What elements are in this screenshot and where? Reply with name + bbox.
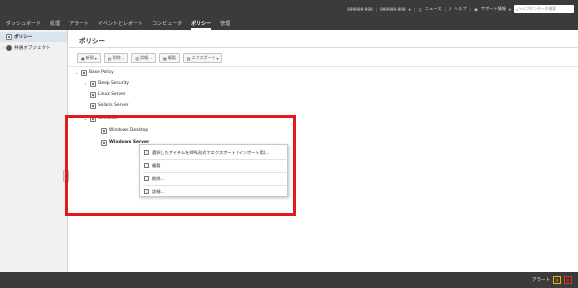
duplicate-button[interactable]: ▦ 複製 [159,53,180,63]
sidebar: ポリシー › 共通オブジェクト ◀ [0,30,69,272]
sidebar-item-policies[interactable]: ポリシー [0,32,67,42]
details-icon [144,189,149,194]
menu-divider [143,185,286,186]
policy-icon [101,139,107,146]
main-nav: ダッシュボード 処理 アラート イベントとレポート コンピュータ ポリシー 管理 [6,18,230,30]
menu-divider [143,159,286,160]
chevron-down-icon[interactable]: ⌄ [83,116,88,121]
alert-label: アラート [532,278,550,283]
warning-badge[interactable]: 0 [553,276,561,284]
news-link[interactable]: ニュース [425,6,442,12]
critical-badge[interactable]: 0 [564,276,572,284]
common-objects-icon [6,45,12,51]
policy-icon [90,102,96,109]
utility-bar: 999999-999 | 999999-999 ▾ | ♫ ニュース | ? ヘ… [347,4,574,14]
user-account-2[interactable]: 999999-999 [380,7,406,12]
chevron-right-icon[interactable]: › [83,81,88,86]
policy-icon [6,34,12,40]
search-placeholder: ヘルプセンターの検索 [518,6,557,11]
bell-icon: ♫ [418,6,422,12]
tree-node-deep-security[interactable]: › Deep Security [83,79,129,88]
tree-node-windows[interactable]: ⌄ Windows [83,114,118,123]
menu-divider [143,172,286,173]
tree-node-base-policy[interactable]: ⌄ Base Policy [74,68,114,77]
new-button[interactable]: ▣ 新規 ▾ [77,53,101,63]
policy-icon [101,127,107,134]
chevron-down-icon[interactable]: ⌄ [74,70,79,75]
delete-button[interactable]: ▤ 削除... [103,53,129,63]
duplicate-icon [144,163,149,168]
support-chevron-icon[interactable]: ▾ [509,7,511,12]
divider [69,66,578,67]
nav-administration[interactable]: 管理 [220,18,230,30]
ctx-duplicate[interactable]: 複製 [144,161,160,170]
nav-dashboard[interactable]: ダッシュボード [6,18,41,30]
status-bar: アラート 0 0 [0,272,578,288]
delete-icon [144,176,149,181]
sidebar-item-common-objects[interactable]: › 共通オブジェクト [0,43,67,53]
export-button[interactable]: ▧ エクスポート ▾ [182,53,223,63]
page-title: ポリシー [79,37,105,45]
chevron-down-icon: ▾ [216,55,219,61]
tree-node-solaris-server[interactable]: Solaris Server [83,101,129,110]
divider [69,47,578,48]
policy-icon [81,69,87,76]
help-search-input[interactable]: ⌕ ヘルプセンターの検索 [514,5,574,13]
toolbar: ▣ 新規 ▾ ▤ 削除... ▥ 詳細... ▦ 複製 ▧ エクスポート ▾ [77,53,223,63]
alert-status[interactable]: アラート 0 0 [532,276,572,284]
nav-computers[interactable]: コンピュータ [152,18,182,30]
policy-icon [90,115,96,122]
ctx-delete[interactable]: 削除... [144,174,164,183]
export-icon [144,150,149,155]
duplicate-icon: ▦ [163,55,167,61]
tree-node-linux-server[interactable]: Linux Server [83,90,126,99]
help-link[interactable]: ヘルプ [454,6,467,12]
details-button[interactable]: ▥ 詳細... [131,53,157,63]
chevron-down-icon[interactable]: ▾ [409,7,411,12]
support-link[interactable]: サポート情報 [481,6,506,12]
support-icon: ◉ [474,6,478,12]
top-bar: 999999-999 | 999999-999 ▾ | ♫ ニュース | ? ヘ… [0,0,578,30]
new-icon: ▣ [81,55,85,61]
delete-icon: ▤ [107,55,112,61]
nav-events-reports[interactable]: イベントとレポート [98,18,143,30]
details-icon: ▥ [135,55,140,61]
tree-node-windows-desktop[interactable]: Windows Desktop [94,126,148,135]
sidebar-item-label: 共通オブジェクト [14,46,51,51]
ctx-export-xml[interactable]: 選択したアイテムをXML形式でエクスポート (インポート用)... [144,148,269,157]
nav-alerts[interactable]: アラート [69,18,89,30]
user-account-1[interactable]: 999999-999 [347,7,373,12]
policy-icon [90,91,96,98]
policy-icon [90,80,96,87]
ctx-details[interactable]: 詳細... [144,187,164,196]
nav-policies[interactable]: ポリシー [191,18,212,30]
context-menu: 選択したアイテムをXML形式でエクスポート (インポート用)... 複製 削除.… [139,144,288,197]
nav-actions[interactable]: 処理 [50,18,60,30]
chevron-down-icon: ▾ [94,55,97,61]
sidebar-item-label: ポリシー [14,35,33,40]
chevron-left-icon: ◀ [64,173,68,179]
help-icon: ? [448,6,452,12]
export-icon: ▧ [186,55,191,61]
